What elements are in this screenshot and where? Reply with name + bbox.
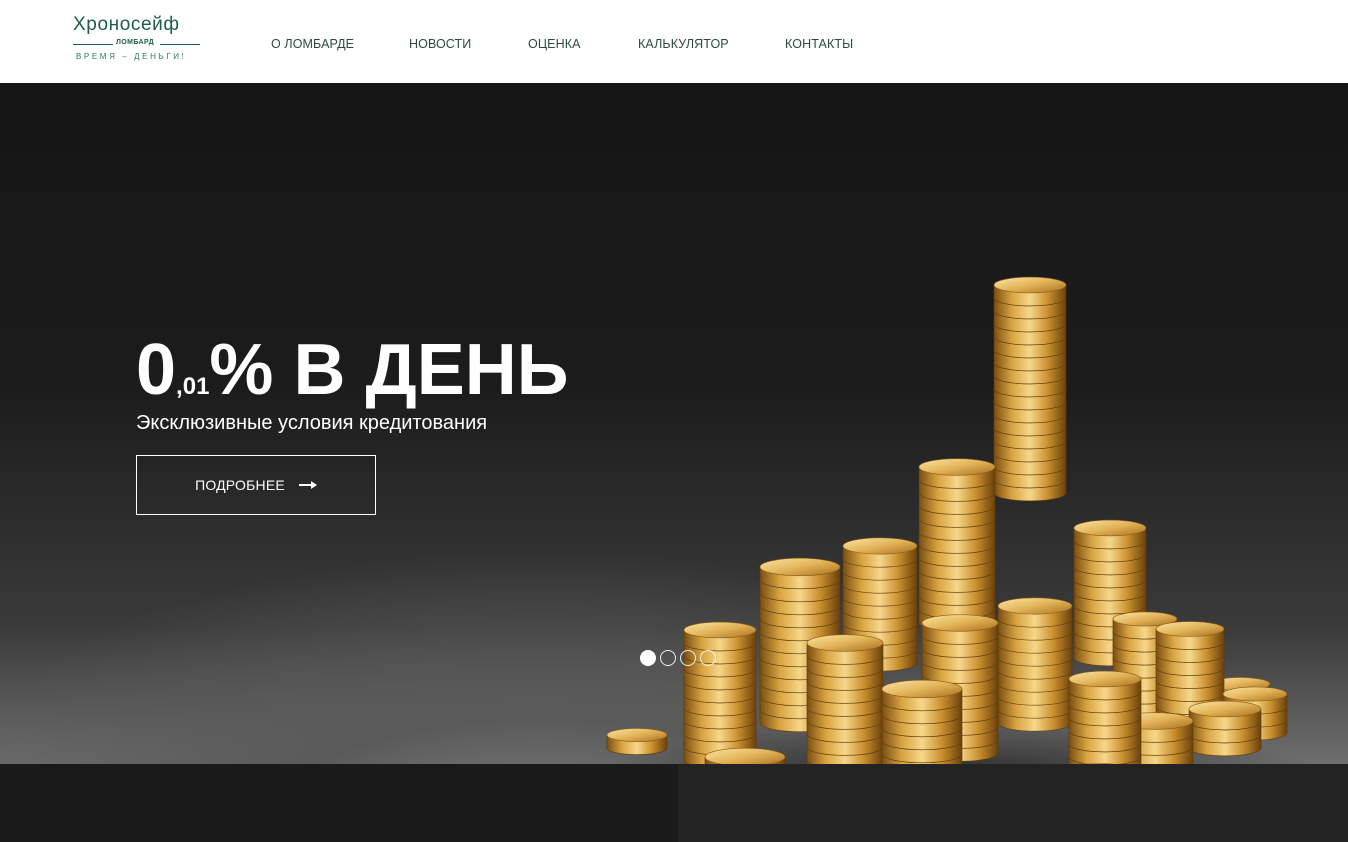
details-button-label: ПОДРОБНЕЕ xyxy=(195,477,285,493)
nav-item-about[interactable]: О ЛОМБАРДЕ xyxy=(271,37,354,51)
nav-item-appraisal[interactable]: ОЦЕНКА xyxy=(528,37,581,51)
slider-pagination xyxy=(640,650,716,666)
slider-dot-3[interactable] xyxy=(680,650,696,666)
nav-item-contacts[interactable]: КОНТАКТЫ xyxy=(785,37,853,51)
rate-rest: % В ДЕНЬ xyxy=(209,330,569,410)
logo[interactable]: Хроносейф ЛОМБАРД ВРЕМЯ – ДЕНЬГИ! xyxy=(73,14,201,66)
hero-headline: 0,01% В ДЕНЬ xyxy=(136,329,569,411)
details-button[interactable]: ПОДРОБНЕЕ xyxy=(136,455,376,515)
hero-slider: 0,01% В ДЕНЬ Эксклюзивные условия кредит… xyxy=(0,83,1348,764)
logo-divider-right xyxy=(160,44,200,45)
arrow-right-icon xyxy=(298,481,317,489)
site-header: Хроносейф ЛОМБАРД ВРЕМЯ – ДЕНЬГИ! О ЛОМБ… xyxy=(0,0,1348,83)
section-left-panel xyxy=(0,764,678,842)
logo-divider-left xyxy=(73,44,113,45)
coin-stacks-image xyxy=(605,276,1310,764)
logo-tagline: ВРЕМЯ – ДЕНЬГИ! xyxy=(76,52,187,61)
nav-item-news[interactable]: НОВОСТИ xyxy=(409,37,471,51)
nav-item-calculator[interactable]: КАЛЬКУЛЯТОР xyxy=(638,37,729,51)
rate-integer: 0 xyxy=(136,330,177,410)
section-right-panel xyxy=(678,764,1348,842)
rate-fraction: ,01 xyxy=(176,373,210,400)
logo-subtitle: ЛОМБАРД xyxy=(116,39,155,46)
slider-dot-4[interactable] xyxy=(700,650,716,666)
slider-dot-1[interactable] xyxy=(640,650,656,666)
slider-dot-2[interactable] xyxy=(660,650,676,666)
logo-name: Хроносейф xyxy=(73,14,180,35)
hero-subtitle: Эксклюзивные условия кредитования xyxy=(136,412,488,434)
